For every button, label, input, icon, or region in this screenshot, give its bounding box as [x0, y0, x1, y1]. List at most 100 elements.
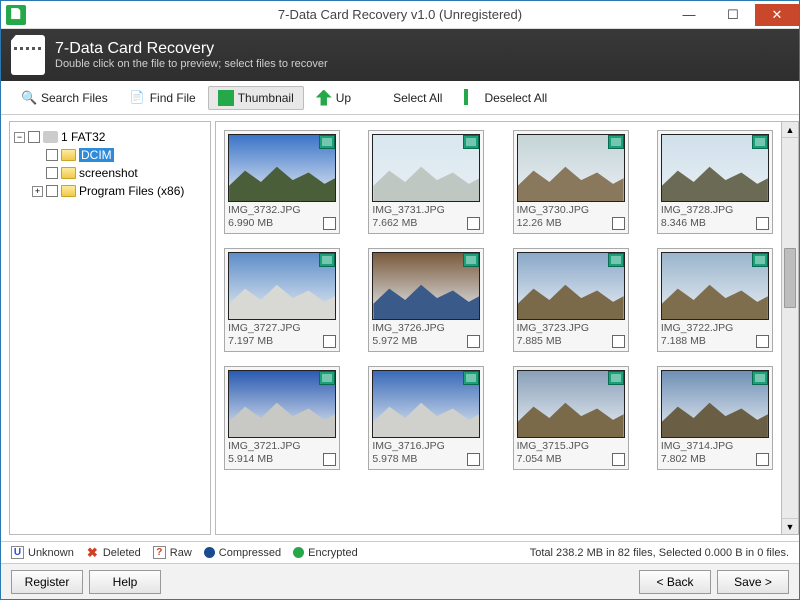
- thumbnail-filesize: 5.914 MB: [228, 453, 336, 466]
- image-type-badge: [752, 371, 768, 385]
- footer-bar: Register Help < Back Save >: [1, 563, 799, 599]
- thumbnail-image: [228, 134, 336, 202]
- thumbnail-card[interactable]: IMG_3723.JPG7.885 MB: [513, 248, 629, 352]
- window-controls: — ☐ ✕: [667, 4, 799, 26]
- thumbnail-filename: IMG_3714.JPG: [661, 440, 769, 453]
- thumbnail-info: IMG_3726.JPG5.972 MB: [372, 322, 480, 348]
- maximize-button[interactable]: ☐: [711, 4, 755, 26]
- minimize-button[interactable]: —: [667, 4, 711, 26]
- thumbnail-checkbox[interactable]: [756, 335, 769, 348]
- thumbnail-checkbox[interactable]: [756, 453, 769, 466]
- legend-encrypted: Encrypted: [293, 547, 358, 559]
- thumbnail-checkbox[interactable]: [612, 453, 625, 466]
- toolbar: Search Files Find File Thumbnail Up Sele…: [1, 81, 799, 115]
- tree-item[interactable]: screenshot: [14, 164, 206, 182]
- thumbnail-card[interactable]: IMG_3722.JPG7.188 MB: [657, 248, 773, 352]
- deleted-icon: ✖: [86, 546, 99, 559]
- thumbnail-filename: IMG_3731.JPG: [372, 204, 480, 217]
- thumbnail-card[interactable]: IMG_3732.JPG6.990 MB: [224, 130, 340, 234]
- raw-icon: ?: [153, 546, 166, 559]
- thumbnail-filesize: 5.972 MB: [372, 335, 480, 348]
- thumbnail-card[interactable]: IMG_3721.JPG5.914 MB: [224, 366, 340, 470]
- drive-icon: [43, 131, 58, 143]
- legend-unknown: UUnknown: [11, 546, 74, 559]
- tree-checkbox[interactable]: [46, 149, 58, 161]
- image-type-badge: [752, 253, 768, 267]
- thumbnail-image: [517, 252, 625, 320]
- search-files-button[interactable]: Search Files: [11, 86, 118, 110]
- legend-bar: UUnknown ✖Deleted ?Raw Compressed Encryp…: [1, 541, 799, 563]
- thumbnail-card[interactable]: IMG_3728.JPG8.346 MB: [657, 130, 773, 234]
- compressed-icon: [204, 547, 215, 558]
- thumbnail-filesize: 7.188 MB: [661, 335, 769, 348]
- expand-icon[interactable]: +: [32, 186, 43, 197]
- thumbnail-checkbox[interactable]: [612, 335, 625, 348]
- folder-icon: [61, 149, 76, 161]
- deselect-all-button[interactable]: Deselect All: [454, 86, 557, 110]
- thumbnail-card[interactable]: IMG_3714.JPG7.802 MB: [657, 366, 773, 470]
- image-type-badge: [608, 135, 624, 149]
- thumbnail-checkbox[interactable]: [323, 217, 336, 230]
- image-type-badge: [319, 253, 335, 267]
- select-all-label: Select All: [393, 91, 442, 105]
- thumbnail-card[interactable]: IMG_3731.JPG7.662 MB: [368, 130, 484, 234]
- thumbnail-filename: IMG_3728.JPG: [661, 204, 769, 217]
- save-button[interactable]: Save >: [717, 570, 789, 594]
- thumbnail-card[interactable]: IMG_3726.JPG5.972 MB: [368, 248, 484, 352]
- scroll-up-button[interactable]: ▲: [782, 122, 798, 138]
- header-strip: 7-Data Card Recovery Double click on the…: [1, 29, 799, 81]
- thumbnail-icon: [218, 90, 234, 106]
- thumbnail-checkbox[interactable]: [467, 217, 480, 230]
- thumbnail-filesize: 7.802 MB: [661, 453, 769, 466]
- thumbnail-filename: IMG_3715.JPG: [517, 440, 625, 453]
- image-type-badge: [463, 253, 479, 267]
- thumbnail-image: [661, 252, 769, 320]
- thumbnail-card[interactable]: IMG_3716.JPG5.978 MB: [368, 366, 484, 470]
- image-type-badge: [319, 371, 335, 385]
- image-type-badge: [463, 135, 479, 149]
- thumbnail-image: [372, 252, 480, 320]
- help-button[interactable]: Help: [89, 570, 161, 594]
- thumbnail-checkbox[interactable]: [467, 453, 480, 466]
- image-type-badge: [608, 253, 624, 267]
- up-icon: [316, 90, 332, 106]
- thumbnail-checkbox[interactable]: [756, 217, 769, 230]
- find-file-button[interactable]: Find File: [120, 86, 206, 110]
- thumbnail-checkbox[interactable]: [467, 335, 480, 348]
- scrollbar[interactable]: ▲ ▼: [782, 121, 799, 535]
- thumbnail-button[interactable]: Thumbnail: [208, 86, 304, 110]
- thumbnail-filesize: 7.054 MB: [517, 453, 625, 466]
- tree-checkbox[interactable]: [46, 167, 58, 179]
- scroll-down-button[interactable]: ▼: [782, 518, 798, 534]
- thumbnail-card[interactable]: IMG_3730.JPG12.26 MB: [513, 130, 629, 234]
- tree-checkbox[interactable]: [28, 131, 40, 143]
- tree-root[interactable]: − 1 FAT32: [14, 128, 206, 146]
- tree-item[interactable]: + Program Files (x86): [14, 182, 206, 200]
- thumbnail-filename: IMG_3730.JPG: [517, 204, 625, 217]
- close-button[interactable]: ✕: [755, 4, 799, 26]
- tree-item-label: Program Files (x86): [79, 184, 184, 198]
- select-all-button[interactable]: Select All: [363, 86, 452, 110]
- back-button[interactable]: < Back: [639, 570, 711, 594]
- up-label: Up: [336, 91, 351, 105]
- scroll-handle[interactable]: [784, 248, 796, 308]
- thumbnail-info: IMG_3714.JPG7.802 MB: [661, 440, 769, 466]
- thumbnail-info: IMG_3715.JPG7.054 MB: [517, 440, 625, 466]
- thumbnail-checkbox[interactable]: [612, 217, 625, 230]
- sd-card-icon: [11, 35, 45, 75]
- collapse-icon[interactable]: −: [14, 132, 25, 143]
- tree-root-label: 1 FAT32: [61, 130, 105, 144]
- thumbnail-card[interactable]: IMG_3715.JPG7.054 MB: [513, 366, 629, 470]
- thumbnail-checkbox[interactable]: [323, 453, 336, 466]
- tree-item[interactable]: DCIM: [14, 146, 206, 164]
- status-text: Total 238.2 MB in 82 files, Selected 0.0…: [530, 547, 789, 559]
- register-button[interactable]: Register: [11, 570, 83, 594]
- thumbnail-checkbox[interactable]: [323, 335, 336, 348]
- folder-tree[interactable]: − 1 FAT32 DCIMscreenshot + Program Files (…: [9, 121, 211, 535]
- thumbnail-card[interactable]: IMG_3727.JPG7.197 MB: [224, 248, 340, 352]
- scroll-track[interactable]: [782, 138, 798, 518]
- find-icon: [130, 90, 146, 106]
- up-button[interactable]: Up: [306, 86, 361, 110]
- app-name: 7-Data Card Recovery: [55, 40, 328, 58]
- tree-checkbox[interactable]: [46, 185, 58, 197]
